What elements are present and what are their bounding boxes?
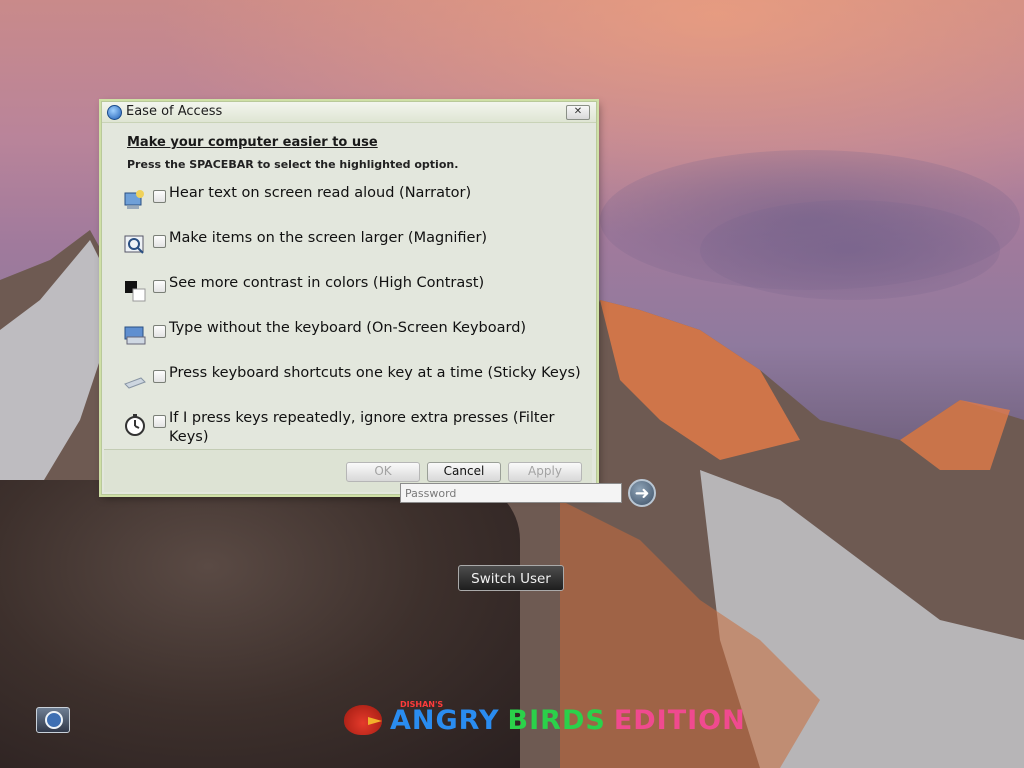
- title-bar[interactable]: Ease of Access ✕: [102, 102, 596, 123]
- option-narrator[interactable]: Hear text on screen read aloud (Narrator…: [123, 184, 593, 224]
- magnifier-checkbox[interactable]: [153, 235, 166, 248]
- branding-small-text: DISHAN'S: [400, 700, 444, 709]
- on-screen-keyboard-checkbox[interactable]: [153, 325, 166, 338]
- filter-keys-label[interactable]: If I press keys repeatedly, ignore extra…: [169, 409, 589, 447]
- sticky-keys-icon: [124, 377, 146, 389]
- accessibility-icon: [45, 711, 63, 729]
- high-contrast-icon: [125, 281, 146, 302]
- sticky-keys-label[interactable]: Press keyboard shortcuts one key at a ti…: [169, 364, 589, 383]
- high-contrast-label[interactable]: See more contrast in colors (High Contra…: [169, 274, 589, 293]
- password-input[interactable]: Password: [400, 483, 622, 503]
- dialog-heading: Make your computer easier to use: [127, 135, 378, 150]
- on-screen-keyboard-icon: [124, 326, 146, 345]
- filter-keys-icon: [125, 414, 145, 436]
- branding-word-birds: BIRDS: [507, 704, 606, 736]
- angry-bird-icon: [344, 705, 382, 735]
- high-contrast-checkbox[interactable]: [153, 280, 166, 293]
- magnifier-label[interactable]: Make items on the screen larger (Magnifi…: [169, 229, 589, 248]
- instruction-text: Press the SPACEBAR to select the highlig…: [127, 158, 459, 171]
- ok-button[interactable]: OK: [346, 462, 420, 482]
- apply-button[interactable]: Apply: [508, 462, 582, 482]
- option-sticky-keys[interactable]: Press keyboard shortcuts one key at a ti…: [123, 364, 593, 404]
- dialog-content: Make your computer easier to use Press t…: [104, 123, 594, 447]
- ease-of-access-button[interactable]: [36, 707, 70, 733]
- narrator-icon: [124, 190, 144, 209]
- option-filter-keys[interactable]: If I press keys repeatedly, ignore extra…: [123, 409, 593, 449]
- ease-of-access-icon: [107, 105, 122, 120]
- switch-user-button[interactable]: Switch User: [458, 565, 564, 591]
- magnifier-icon: [124, 235, 144, 254]
- cancel-button[interactable]: Cancel: [427, 462, 501, 482]
- narrator-checkbox[interactable]: [153, 190, 166, 203]
- sticky-keys-checkbox[interactable]: [153, 370, 166, 383]
- branding-word-angry: ANGRY: [390, 704, 500, 736]
- on-screen-keyboard-label[interactable]: Type without the keyboard (On-Screen Key…: [169, 319, 589, 338]
- close-button[interactable]: ✕: [566, 105, 590, 120]
- ease-of-access-dialog: Ease of Access ✕ Make your computer easi…: [101, 101, 597, 495]
- option-on-screen-keyboard[interactable]: Type without the keyboard (On-Screen Key…: [123, 319, 593, 359]
- submit-arrow-button[interactable]: ➜: [628, 479, 656, 507]
- window-title: Ease of Access: [126, 104, 223, 119]
- option-magnifier[interactable]: Make items on the screen larger (Magnifi…: [123, 229, 593, 269]
- branding-word-edition: EDITION: [613, 704, 746, 736]
- filter-keys-checkbox[interactable]: [153, 415, 166, 428]
- arrow-right-icon: ➜: [634, 483, 650, 504]
- option-high-contrast[interactable]: See more contrast in colors (High Contra…: [123, 274, 593, 314]
- narrator-label[interactable]: Hear text on screen read aloud (Narrator…: [169, 184, 589, 203]
- branding-logo: DISHAN'S ANGRY BIRDS EDITION: [344, 700, 746, 740]
